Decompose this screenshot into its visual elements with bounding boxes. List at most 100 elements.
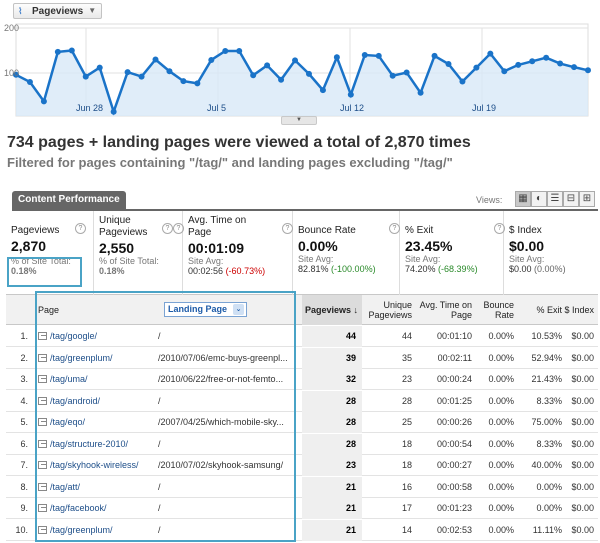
help-icon[interactable]: ? <box>389 223 400 234</box>
column-header-index[interactable]: $ Index <box>564 295 594 325</box>
metric-sub-label: Site Avg: <box>298 254 334 264</box>
bounce-rate-cell: 0.00% <box>488 438 514 449</box>
data-point <box>333 54 340 61</box>
bounce-rate-cell: 0.00% <box>488 395 514 406</box>
column-header-bounce[interactable]: Bounce Rate <box>480 295 514 325</box>
pageviews-cell: 44 <box>302 326 362 347</box>
bounce-rate-cell: 0.00% <box>488 503 514 513</box>
index-cell: $0.00 <box>571 331 594 341</box>
data-point <box>487 50 494 57</box>
metric-value: 2,550 <box>99 240 135 256</box>
metric-selector[interactable]: ⌇ Pageviews ▼ <box>13 3 103 19</box>
column-header-exit[interactable]: % Exit <box>520 295 562 325</box>
table-view-icon[interactable]: ▦ <box>515 191 531 207</box>
index-cell: $0.00 <box>571 481 594 492</box>
x-tick-label: Jul 12 <box>340 103 365 113</box>
bounce-rate-cell: 0.00% <box>488 524 514 535</box>
metric-value: $0.00 <box>509 238 545 254</box>
help-icon[interactable]: ? <box>494 223 505 234</box>
index-cell: $0.00 <box>571 417 594 427</box>
exit-cell: 8.33% <box>536 438 562 449</box>
x-tick-label: Jul 19 <box>472 103 497 113</box>
chart-collapse-toggle[interactable]: ▼ <box>281 116 317 125</box>
row-number: 5. <box>20 417 28 427</box>
data-point <box>585 67 591 74</box>
avg-time-cell: 00:02:53 <box>436 524 472 535</box>
pie-view-icon[interactable]: ◐ <box>531 191 547 207</box>
exit-cell: 75.00% <box>531 417 562 427</box>
help-icon[interactable]: ? <box>282 223 293 234</box>
row-number: 9. <box>20 503 28 513</box>
unique-pageviews-cell: 28 <box>401 395 412 406</box>
avg-time-cell: 00:00:26 <box>436 417 472 427</box>
metric-label: Bounce Rate <box>298 225 356 236</box>
data-point <box>543 54 550 61</box>
metric-value: 23.45% <box>405 238 453 254</box>
comparison-view-icon[interactable]: ⊟ <box>563 191 579 207</box>
row-number: 1. <box>20 331 28 341</box>
pageviews-cell: 28 <box>302 390 362 412</box>
column-header-unique[interactable]: Unique Pageviews <box>366 295 412 325</box>
site-avg-value: 74.20% <box>405 264 436 274</box>
metric-label: $ Index <box>509 225 542 236</box>
unique-pageviews-cell: 17 <box>401 503 412 513</box>
site-avg-value: $0.00 <box>509 264 532 274</box>
unique-pageviews-cell: 18 <box>401 460 412 470</box>
pivot-view-icon[interactable]: ⊞ <box>579 191 595 207</box>
chevron-down-icon: ▼ <box>88 6 97 15</box>
highlight-box <box>7 257 82 287</box>
exit-cell: 21.43% <box>531 374 562 384</box>
unique-pageviews-cell: 23 <box>401 374 412 384</box>
data-point <box>417 89 424 96</box>
filter-description: Filtered for pages containing "/tag/" an… <box>7 155 453 170</box>
exit-cell: 0.00% <box>536 503 562 513</box>
avg-time-cell: 00:01:23 <box>436 503 472 513</box>
pageviews-cell: 21 <box>302 476 362 498</box>
summary-metrics: Pageviews 2,870 % of Site Total: 0.18% ?… <box>6 211 598 295</box>
column-header-pageviews[interactable]: Pageviews ↓ <box>302 295 362 325</box>
data-point <box>473 64 480 71</box>
data-point <box>222 47 229 54</box>
index-cell: $0.00 <box>571 374 594 384</box>
avg-time-cell: 00:00:27 <box>436 460 472 470</box>
metric-bounce-rate: Bounce Rate 0.00% Site Avg: 82.81% (-100… <box>282 211 400 295</box>
pageviews-cell: 28 <box>302 412 362 433</box>
data-point <box>208 56 215 63</box>
site-avg-change: (0.00%) <box>534 264 566 274</box>
data-point <box>347 91 354 98</box>
unique-pageviews-cell: 35 <box>401 352 412 363</box>
bounce-rate-cell: 0.00% <box>488 374 514 384</box>
help-icon[interactable]: ? <box>75 223 86 234</box>
summary-headline: 734 pages + landing pages were viewed a … <box>7 134 471 151</box>
performance-view-icon[interactable]: ☰ <box>547 191 563 207</box>
metric-sub-value: 0.18% <box>99 266 125 276</box>
y-tick-label: 200 <box>4 23 20 33</box>
bounce-rate-cell: 0.00% <box>488 352 514 363</box>
views-label: Views: <box>476 195 503 205</box>
index-cell: $0.00 <box>571 352 594 363</box>
pageviews-cell: 21 <box>302 498 362 519</box>
data-point <box>459 78 466 85</box>
exit-cell: 8.33% <box>536 395 562 406</box>
pageviews-cell: 23 <box>302 455 362 476</box>
help-icon[interactable]: ? <box>173 223 184 234</box>
avg-time-cell: 00:00:54 <box>436 438 472 449</box>
data-point <box>529 58 536 65</box>
data-point <box>389 72 396 79</box>
metric-sub-label: Site Avg: <box>405 254 441 264</box>
metric-sub-label: % of Site Total: <box>99 256 159 266</box>
unique-pageviews-cell: 18 <box>401 438 412 449</box>
unique-pageviews-cell: 16 <box>401 481 412 492</box>
avg-time-cell: 00:01:25 <box>436 395 472 406</box>
exit-cell: 10.53% <box>531 331 562 341</box>
column-header-avg-time[interactable]: Avg. Time on Page <box>418 295 472 325</box>
sort-down-icon: ↓ <box>353 305 359 315</box>
metric-label: % Exit <box>405 225 434 236</box>
help-icon[interactable]: ? <box>162 223 173 234</box>
metric-sub-label: Site Avg: <box>509 254 545 264</box>
bounce-rate-cell: 0.00% <box>488 331 514 341</box>
tab-content-performance[interactable]: Content Performance <box>12 191 126 209</box>
row-number: 3. <box>20 374 28 384</box>
avg-time-cell: 00:02:11 <box>437 352 472 363</box>
data-point <box>571 64 578 71</box>
